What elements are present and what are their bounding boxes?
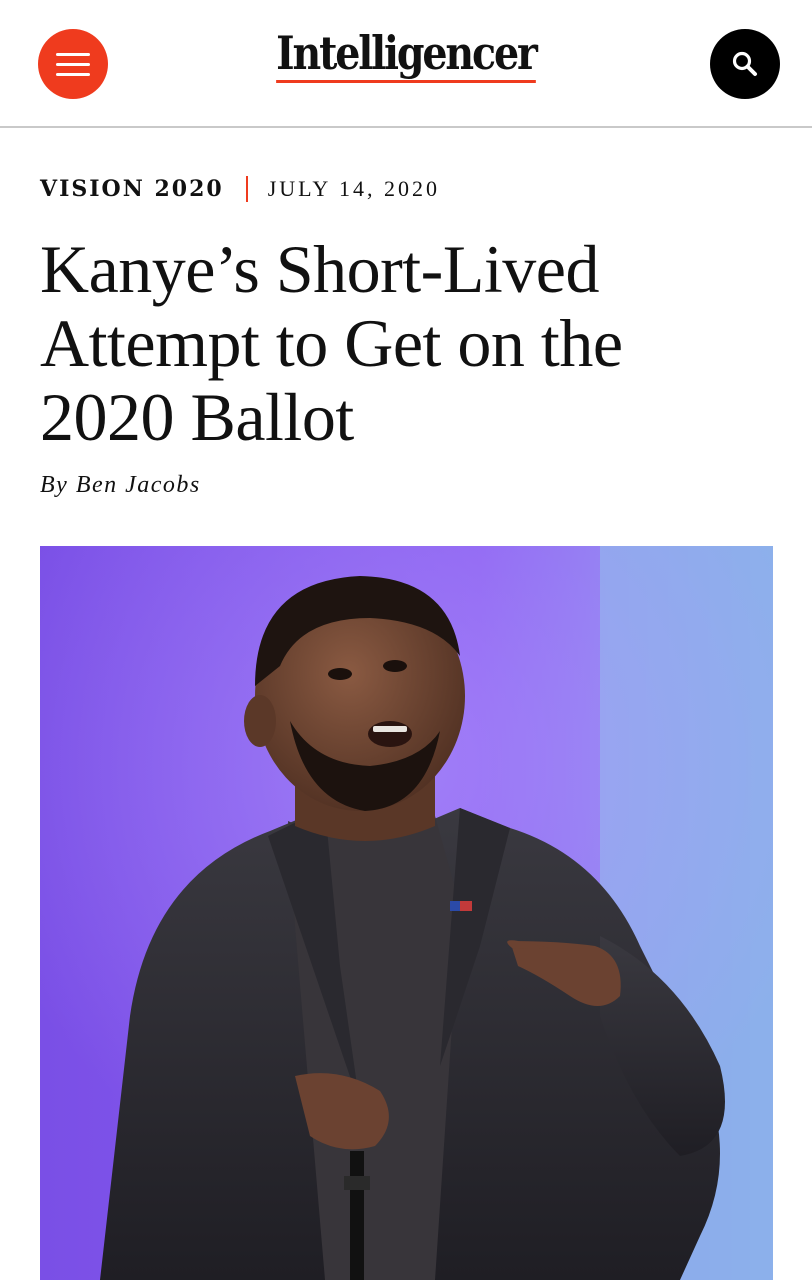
- site-logo-text: Intelligencer: [276, 30, 538, 83]
- site-logo[interactable]: Intelligencer: [200, 30, 612, 83]
- menu-button[interactable]: [38, 29, 108, 99]
- headline-line: Attempt to Get on the: [40, 305, 623, 381]
- hamburger-menu-icon-bar: [56, 72, 90, 76]
- hamburger-menu-icon: [56, 52, 90, 56]
- headline-line: Kanye’s Short-Lived: [40, 231, 599, 307]
- article-date: JULY 14, 2020: [267, 176, 440, 201]
- kicker-divider: [245, 176, 248, 202]
- search-button[interactable]: [710, 29, 780, 99]
- lead-photo: [40, 546, 773, 1280]
- article-kicker: VISION 2020 JULY 14, 2020: [40, 176, 440, 202]
- site-header: Intelligencer: [0, 0, 812, 128]
- byline-prefix: By: [40, 472, 69, 498]
- hamburger-menu-icon-bar: [56, 62, 90, 66]
- lead-image[interactable]: [40, 546, 773, 1280]
- article-headline: Kanye’s Short-Lived Attempt to Get on th…: [40, 232, 780, 454]
- byline: By Ben Jacobs: [40, 472, 201, 499]
- headline-line: 2020 Ballot: [40, 379, 354, 455]
- search-icon: [732, 51, 757, 76]
- author-link[interactable]: Ben Jacobs: [76, 472, 201, 498]
- rubric-link[interactable]: VISION 2020: [40, 176, 224, 202]
